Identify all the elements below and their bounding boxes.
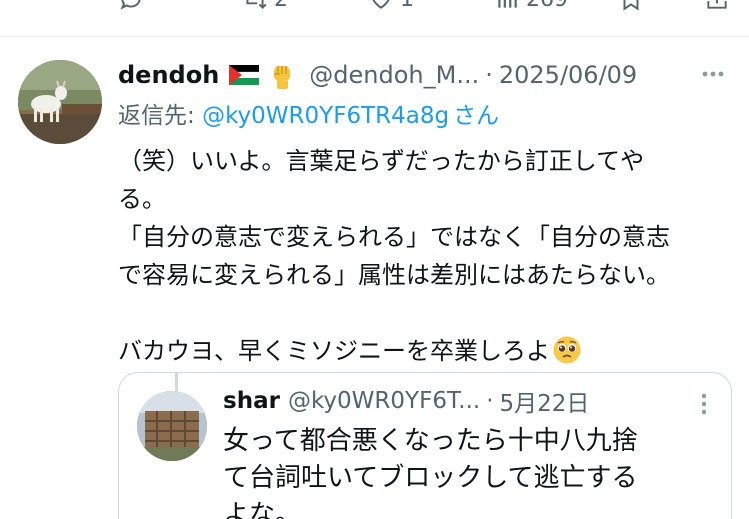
repost-icon xyxy=(246,0,267,10)
like-button[interactable]: 1 xyxy=(368,0,414,12)
quoted-tweet-date[interactable]: 5月22日 xyxy=(500,384,590,418)
goat-avatar-image xyxy=(18,60,102,144)
quoted-text-line: 女って都合悪くなったら十中八九捨 xyxy=(223,426,638,456)
thread-line xyxy=(175,373,178,391)
reply-button[interactable] xyxy=(118,0,144,12)
share-button[interactable] xyxy=(704,0,730,12)
quoted-tweet-card[interactable]: shar @ky0WR0YF6T... · 5月22日 女って都合悪くなったら十… xyxy=(118,372,732,519)
reply-to-line: 返信先: @ky0WR0YF6TR4a8g さん xyxy=(118,96,499,130)
quoted-text-line: よな。 xyxy=(223,500,302,519)
more-options-icon[interactable] xyxy=(698,62,728,86)
quoted-header-separator: · xyxy=(486,388,494,414)
quoted-more-options-icon[interactable] xyxy=(697,391,711,417)
divider xyxy=(0,36,749,37)
tweet-text: （笑）いいよ。言葉足らずだったから訂正してや る。 「自分の意志で変えられる」で… xyxy=(118,142,728,370)
avatar[interactable] xyxy=(18,60,102,144)
reply-to-mention[interactable]: @ky0WR0YF6TR4a8g xyxy=(202,103,449,129)
raised-fist-icon xyxy=(274,66,291,89)
quoted-text-line: て台詞吐いてブロックして逃亡する xyxy=(223,463,638,493)
tweet-detail-page: 2 1 269 xyxy=(0,0,749,519)
tweet-text-line: バカウヨ、早くミソジニーを卒業しろよ xyxy=(118,337,550,365)
tweet-text-line: （笑）いいよ。言葉足らずだったから訂正してや xyxy=(118,147,645,175)
reply-to-label: 返信先: xyxy=(118,103,203,129)
repost-count: 2 xyxy=(274,0,288,12)
tweet-text-line: る。 xyxy=(118,185,166,213)
quoted-user-handle[interactable]: @ky0WR0YF6T... xyxy=(288,388,480,414)
pleading-face-emoji-icon xyxy=(553,336,581,364)
building-avatar-image xyxy=(137,391,207,461)
share-icon xyxy=(707,0,727,9)
user-handle[interactable]: @dendoh_M... xyxy=(309,61,479,89)
tweet-text-line: 「自分の意志で変えられる」ではなく「自分の意志 xyxy=(118,223,670,251)
tweet-action-bar: 2 1 269 xyxy=(0,0,749,16)
display-name[interactable]: dendoh xyxy=(118,61,219,89)
tweet-text-line: で容易に変えられる」属性は差別にはあたらない。 xyxy=(118,261,670,289)
like-count: 1 xyxy=(400,0,414,12)
quoted-display-name[interactable]: shar xyxy=(223,388,280,414)
tweet-header: dendoh @dendoh_M... · 2025/06/09 xyxy=(118,58,738,92)
views-icon xyxy=(498,0,517,8)
view-count: 269 xyxy=(526,0,568,12)
heart-icon xyxy=(372,0,390,9)
tweet-date[interactable]: 2025/06/09 xyxy=(499,61,637,89)
tweet-text-last-line: バカウヨ、早くミソジニーを卒業しろよ xyxy=(118,332,728,370)
quoted-tweet-text: 女って都合悪くなったら十中八九捨 て台詞吐いてブロックして逃亡する よな。 xyxy=(223,423,713,519)
reply-icon xyxy=(120,0,141,10)
bookmark-button[interactable] xyxy=(618,0,644,12)
reply-to-suffix: さん xyxy=(453,103,500,129)
quoted-tweet-header: shar @ky0WR0YF6T... · 5月22日 xyxy=(223,385,713,417)
header-separator: · xyxy=(485,61,493,89)
repost-button[interactable]: 2 xyxy=(242,0,288,12)
palestine-flag-icon xyxy=(229,65,260,85)
views-button[interactable]: 269 xyxy=(494,0,568,12)
bookmark-icon xyxy=(623,0,639,11)
quoted-avatar[interactable] xyxy=(137,391,207,461)
